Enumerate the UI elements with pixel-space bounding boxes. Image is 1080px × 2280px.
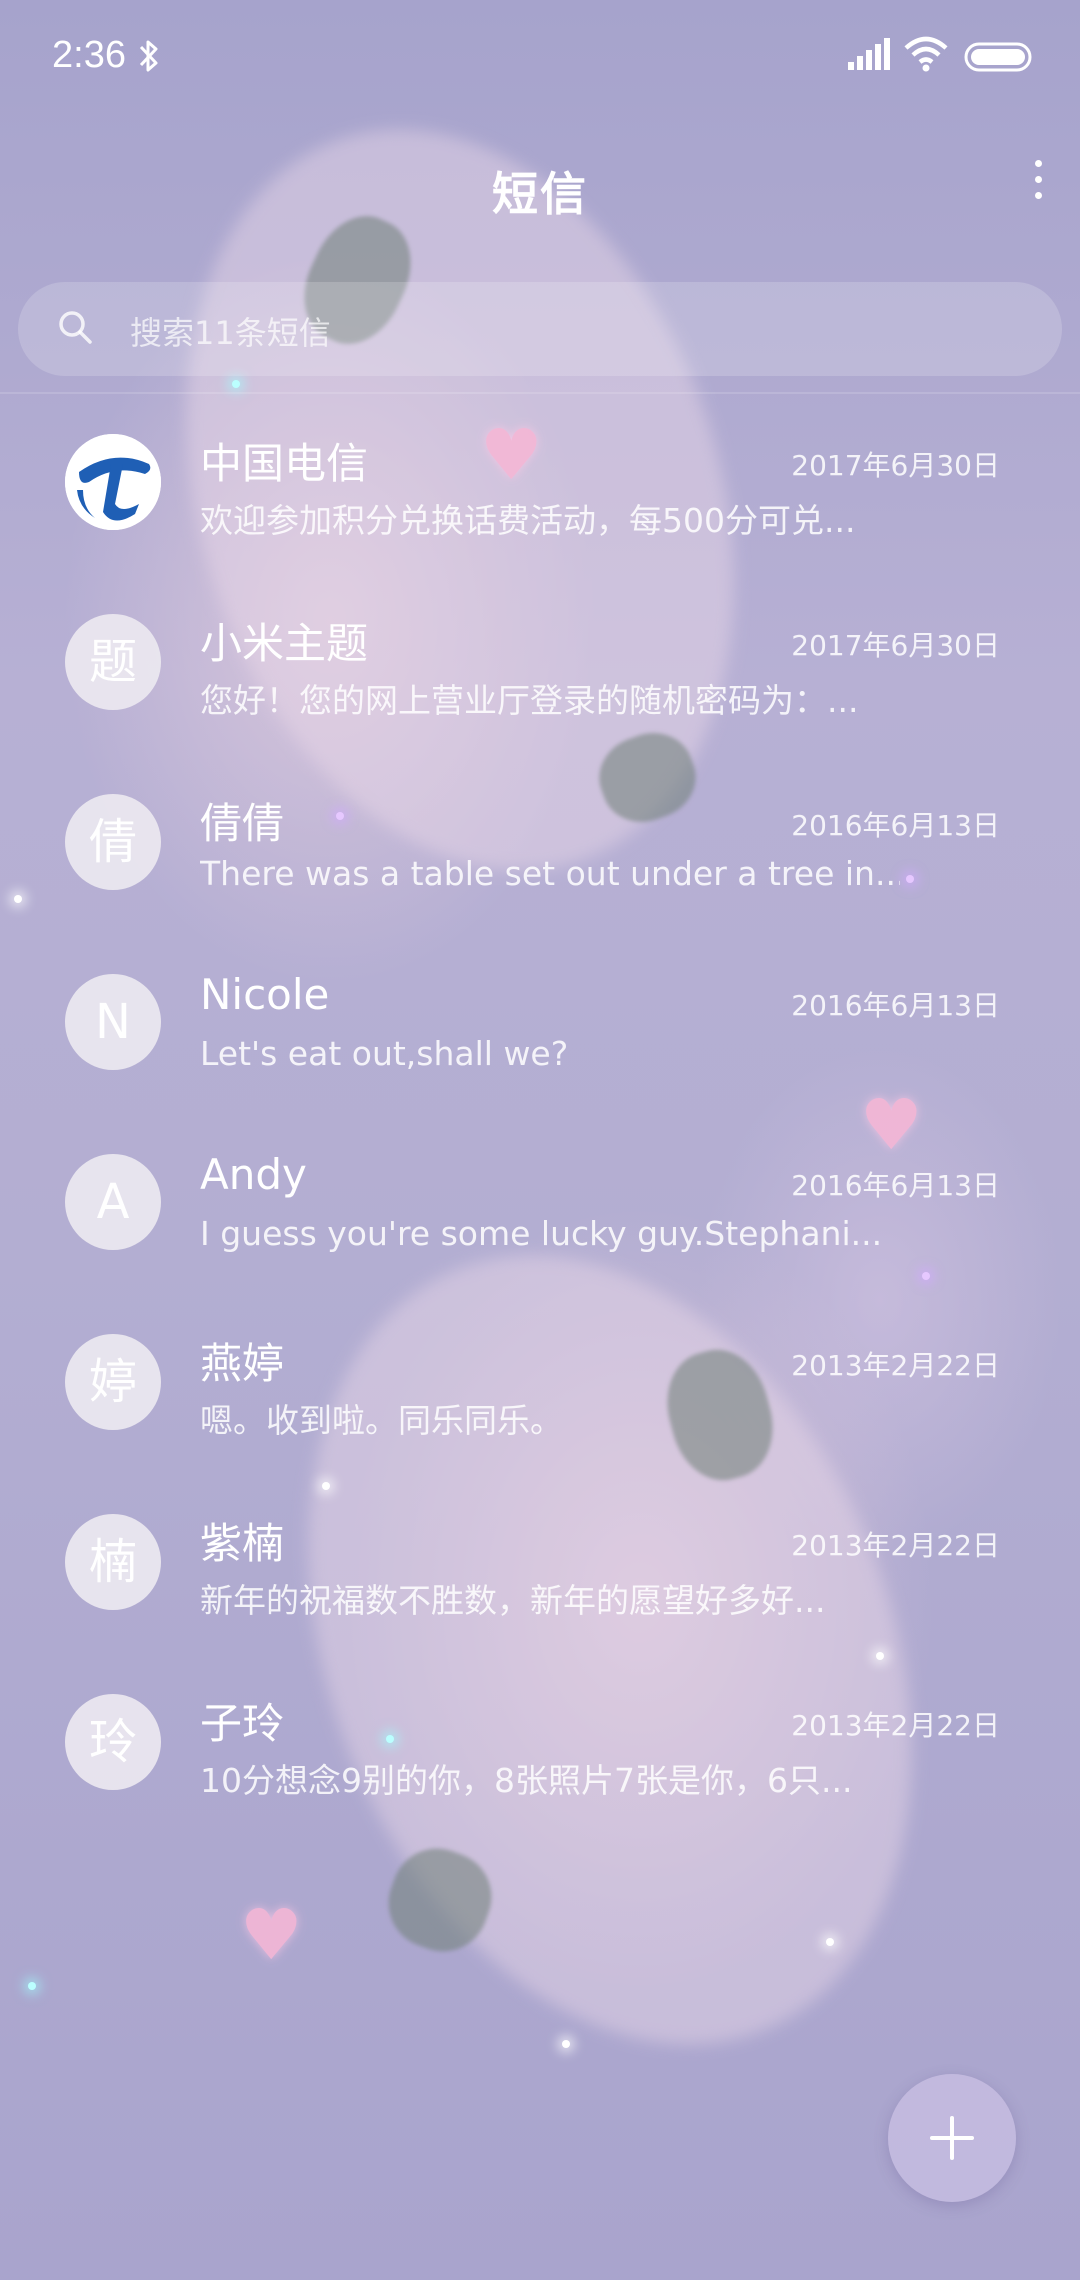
conversation-row[interactable]: N Nicole 2016年6月13日 Let's eat out,shall … [0,940,1080,1120]
china-telecom-logo-icon [65,434,161,530]
avatar: 楠 [65,1514,161,1610]
search-placeholder: 搜索11条短信 [130,314,331,352]
message-date: 2013年2月22日 [791,1349,1000,1382]
message-preview: 10分想念9别的你，8张照片7张是你，6只... [200,1761,853,1800]
new-message-button[interactable] [888,2074,1016,2202]
message-date: 2016年6月13日 [791,809,1000,842]
message-date: 2016年6月13日 [791,1169,1000,1202]
message-date: 2013年2月22日 [791,1709,1000,1742]
conversation-row[interactable]: 玲 子玲 2013年2月22日 10分想念9别的你，8张照片7张是你，6只... [0,1660,1080,1840]
status-bar: 2:36 [0,0,1080,116]
conversation-row[interactable]: 倩 倩倩 2016年6月13日 There was a table set ou… [0,760,1080,940]
contact-name: Andy [200,1150,307,1199]
contact-name: 倩倩 [200,799,285,848]
status-time: 2:36 [52,34,126,76]
conversation-row[interactable]: 中国电信 2017年6月30日 欢迎参加积分兑换话费活动，每500分可兑... [0,400,1080,580]
avatar: N [65,974,161,1070]
bluetooth-icon [139,40,158,72]
conversation-row[interactable]: 题 小米主题 2017年6月30日 您好！您的网上营业厅登录的随机密码为：... [0,580,1080,760]
message-preview: 欢迎参加积分兑换话费活动，每500分可兑... [200,501,856,540]
wallpaper-heart-icon: ♥ [240,1894,303,1976]
divider [0,392,1080,394]
signal-icon [848,38,890,70]
contact-name: 小米主题 [200,619,369,668]
contact-name: 子玲 [200,1699,285,1748]
avatar: 玲 [65,1694,161,1790]
contact-name: 中国电信 [200,439,369,488]
contact-name: 紫楠 [200,1519,285,1568]
more-options-icon[interactable] [1026,160,1050,210]
battery-icon [964,42,1032,72]
message-preview: 新年的祝福数不胜数，新年的愿望好多好... [200,1581,826,1620]
contact-name: 燕婷 [200,1339,285,1388]
conversation-list: 中国电信 2017年6月30日 欢迎参加积分兑换话费活动，每500分可兑... … [0,400,1080,1840]
page-title: 短信 [492,167,588,221]
message-preview: 嗯。收到啦。同乐同乐。 [200,1401,563,1440]
wallpaper-sparkle [826,1938,834,1946]
conversation-row[interactable]: A Andy 2016年6月13日 I guess you're some lu… [0,1120,1080,1300]
conversation-row[interactable]: 婷 燕婷 2013年2月22日 嗯。收到啦。同乐同乐。 [0,1300,1080,1480]
conversation-row[interactable]: 楠 紫楠 2013年2月22日 新年的祝福数不胜数，新年的愿望好多好... [0,1480,1080,1660]
wallpaper-sparkle [232,380,240,388]
plus-icon [930,2116,974,2160]
search-icon [59,311,92,344]
message-date: 2017年6月30日 [791,449,1000,482]
wallpaper-sparkle [562,2040,570,2048]
search-input[interactable]: 搜索11条短信 [18,282,1062,376]
message-date: 2013年2月22日 [791,1529,1000,1562]
message-preview: I guess you're some lucky guy.Stephani..… [200,1214,883,1253]
avatar: 倩 [65,794,161,890]
wallpaper-sparkle [28,1982,36,1990]
avatar [65,434,161,530]
avatar: A [65,1154,161,1250]
wifi-icon [904,36,948,72]
message-preview: There was a table set out under a tree i… [200,854,900,893]
message-preview: Let's eat out,shall we? [200,1034,569,1073]
message-preview: 您好！您的网上营业厅登录的随机密码为：... [200,681,859,720]
contact-name: Nicole [200,970,330,1019]
avatar: 题 [65,614,161,710]
message-date: 2016年6月13日 [791,989,1000,1022]
message-date: 2017年6月30日 [791,629,1000,662]
avatar: 婷 [65,1334,161,1430]
